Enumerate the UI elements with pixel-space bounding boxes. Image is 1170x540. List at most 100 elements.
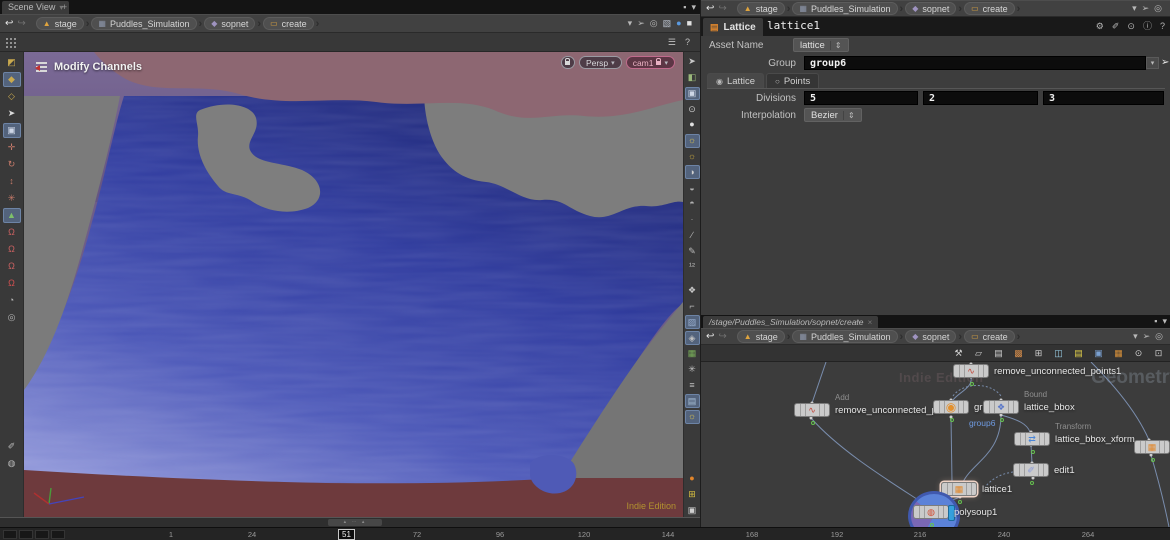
output-flag[interactable] bbox=[1151, 458, 1155, 462]
dots-grid-icon[interactable] bbox=[5, 37, 18, 48]
shape-palette-icon[interactable]: ⊞ bbox=[1032, 347, 1045, 360]
node-edit1[interactable]: ✐ edit1 bbox=[1013, 463, 1049, 477]
pin-icon[interactable]: ➢ bbox=[637, 19, 645, 28]
select-geometry-arrow-icon[interactable]: ➢ bbox=[1161, 57, 1169, 68]
display-lock-icon[interactable]: ▣ bbox=[685, 87, 700, 101]
node-lattice-bbox-xform[interactable]: Transform ⇄ lattice_bbox_xform bbox=[1014, 432, 1050, 446]
parms-dialog-icon[interactable]: ▱ bbox=[972, 347, 985, 360]
custom-handle-icon[interactable]: ▲ bbox=[3, 208, 21, 223]
object-display-icon[interactable]: ▨ bbox=[685, 315, 700, 329]
origin-axis-icon[interactable]: ✳ bbox=[685, 363, 700, 377]
field-guide-icon[interactable]: ¹² bbox=[685, 260, 700, 274]
background-image-icon[interactable]: ▣ bbox=[1092, 347, 1105, 360]
divisions-y-field[interactable]: 2 bbox=[923, 91, 1038, 105]
select-contained-icon[interactable]: ◇ bbox=[3, 89, 21, 104]
view-lock-button[interactable] bbox=[561, 56, 575, 69]
history-dropdown-icon[interactable]: ▾ bbox=[1133, 332, 1138, 341]
node-remove-unconnected-points[interactable]: Add ∿ remove_unconnected_poin bbox=[794, 403, 830, 417]
timeline-playbar[interactable]: 1247296120144168192216240264 51 bbox=[0, 527, 1170, 540]
translate-handle-icon[interactable]: ✛ bbox=[3, 140, 21, 155]
hand-tool-icon[interactable]: ❖ bbox=[685, 284, 700, 298]
node-body[interactable]: ⇄ bbox=[1014, 432, 1050, 446]
scene-lighting-icon[interactable]: ☼ bbox=[685, 410, 700, 424]
color-palette-icon[interactable]: ▩ bbox=[1012, 347, 1025, 360]
high-quality-lighting-icon[interactable]: ☼ bbox=[685, 150, 700, 164]
wireframe-mode-icon[interactable]: ◓ bbox=[685, 197, 700, 211]
list-mode-icon[interactable]: ▤ bbox=[992, 347, 1005, 360]
hide-others-icon[interactable]: ➤ bbox=[685, 55, 700, 69]
playbar-control[interactable] bbox=[35, 530, 49, 539]
point-display-icon[interactable]: ● bbox=[676, 19, 681, 28]
node-name-field[interactable]: lattice1 bbox=[767, 19, 820, 32]
annotate-pencil-icon[interactable]: ✎ bbox=[685, 244, 700, 258]
info-icon[interactable]: ⓘ bbox=[1143, 22, 1152, 31]
node-lattice-bbox[interactable]: Bound ❖ lattice_bbox bbox=[983, 400, 1019, 414]
tilt-line-icon[interactable]: ∕ bbox=[685, 229, 700, 243]
color-grid-icon[interactable]: ⊞ bbox=[685, 488, 700, 502]
history-dropdown-icon[interactable]: ▾ bbox=[1132, 4, 1137, 13]
network-canvas[interactable]: Indie Edition Geometry bbox=[701, 362, 1170, 527]
new-tab-button[interactable]: + bbox=[58, 1, 71, 13]
playbar-control[interactable] bbox=[3, 530, 17, 539]
ghost-others-icon[interactable]: ◧ bbox=[685, 71, 700, 85]
tab-lattice[interactable]: Lattice bbox=[707, 73, 764, 88]
back-button[interactable]: ↩ bbox=[706, 3, 714, 14]
camera-view-icon[interactable]: ▣ bbox=[685, 503, 700, 517]
forward-button[interactable]: ↪ bbox=[718, 331, 726, 342]
pin-icon[interactable]: ➢ bbox=[1143, 332, 1151, 341]
snap-prim-magnet-icon[interactable]: Ω bbox=[3, 276, 21, 291]
select-arrow-icon[interactable]: ➤ bbox=[3, 106, 21, 121]
normal-lighting-icon[interactable]: ☼ bbox=[685, 134, 700, 148]
view-corner-icon[interactable]: ⌐ bbox=[685, 300, 700, 314]
back-button[interactable]: ↩ bbox=[706, 331, 714, 342]
help-icon[interactable]: ? bbox=[1160, 22, 1165, 31]
scale-handle-icon[interactable]: ↕ bbox=[3, 174, 21, 189]
pose-handle-icon[interactable]: ✳ bbox=[3, 191, 21, 206]
group-dropdown-icon[interactable]: ▾ bbox=[1146, 57, 1159, 69]
output-flag[interactable] bbox=[950, 418, 954, 422]
network-box-icon[interactable]: ◫ bbox=[1052, 347, 1065, 360]
gear-icon[interactable]: ⚙ bbox=[1096, 22, 1104, 31]
camera-select-button[interactable]: cam1▾ bbox=[626, 56, 675, 69]
context-help-icon[interactable]: ? bbox=[685, 38, 690, 47]
snapshot-icon[interactable]: ◍ bbox=[3, 456, 21, 471]
divider-dot-icon[interactable]: · bbox=[685, 213, 700, 227]
gallery-icon[interactable]: ▦ bbox=[1112, 347, 1125, 360]
group-list-icon[interactable]: ≡ bbox=[685, 378, 700, 392]
forward-button[interactable]: ↪ bbox=[718, 3, 726, 14]
node-body[interactable]: ∿ bbox=[953, 364, 989, 378]
group-field[interactable]: group6 bbox=[804, 56, 1146, 70]
secure-selection-icon[interactable]: ◩ bbox=[3, 55, 21, 70]
material-sphere-icon[interactable]: ◑ bbox=[685, 165, 700, 179]
network-overview-icon[interactable]: ☰ bbox=[668, 38, 676, 47]
link-icon[interactable]: ◎ bbox=[650, 19, 658, 28]
new-tab-button[interactable]: + bbox=[851, 316, 864, 328]
divisions-x-field[interactable]: 5 bbox=[804, 91, 918, 105]
output-flag[interactable] bbox=[1000, 418, 1004, 422]
pane-menu-icon[interactable]: ▾ bbox=[691, 3, 696, 12]
pane-menu-icon[interactable]: ▾ bbox=[1162, 317, 1167, 326]
brush-icon[interactable]: ✐ bbox=[1112, 22, 1120, 31]
forward-button[interactable]: ↪ bbox=[17, 18, 25, 29]
image-plane-icon[interactable]: ▤ bbox=[685, 394, 700, 408]
lock-handle-icon[interactable]: ▣ bbox=[3, 123, 21, 138]
select-state-icon[interactable]: ◎ bbox=[3, 310, 21, 325]
snap-point-magnet-icon[interactable]: Ω bbox=[3, 242, 21, 257]
asset-name-select[interactable]: lattice bbox=[793, 38, 849, 52]
persp-view-button[interactable]: Persp▾ bbox=[579, 56, 622, 69]
output-flag[interactable] bbox=[970, 382, 974, 386]
view-cycle-icon[interactable]: ◔ bbox=[3, 293, 21, 308]
output-flag[interactable] bbox=[958, 500, 962, 504]
spotlight-icon[interactable]: ⊙ bbox=[685, 102, 700, 116]
overview-map-icon[interactable]: ⊡ bbox=[1152, 347, 1165, 360]
node-body[interactable]: ▦ bbox=[1134, 440, 1170, 454]
node-body[interactable]: ∿ bbox=[794, 403, 830, 417]
pane-split-icon[interactable]: ▪ bbox=[683, 3, 686, 12]
playbar-control[interactable] bbox=[19, 530, 33, 539]
node-remove-unconnected-points1[interactable]: Add ∿ remove_unconnected_points1 bbox=[953, 364, 989, 378]
pane-split-icon[interactable]: ▪ bbox=[1154, 317, 1157, 326]
reference-grid-icon[interactable]: ▦ bbox=[685, 347, 700, 361]
history-dropdown-icon[interactable]: ▾ bbox=[628, 19, 633, 28]
interpolation-select[interactable]: Bezier bbox=[804, 108, 862, 122]
stepper-icon[interactable] bbox=[843, 111, 855, 120]
